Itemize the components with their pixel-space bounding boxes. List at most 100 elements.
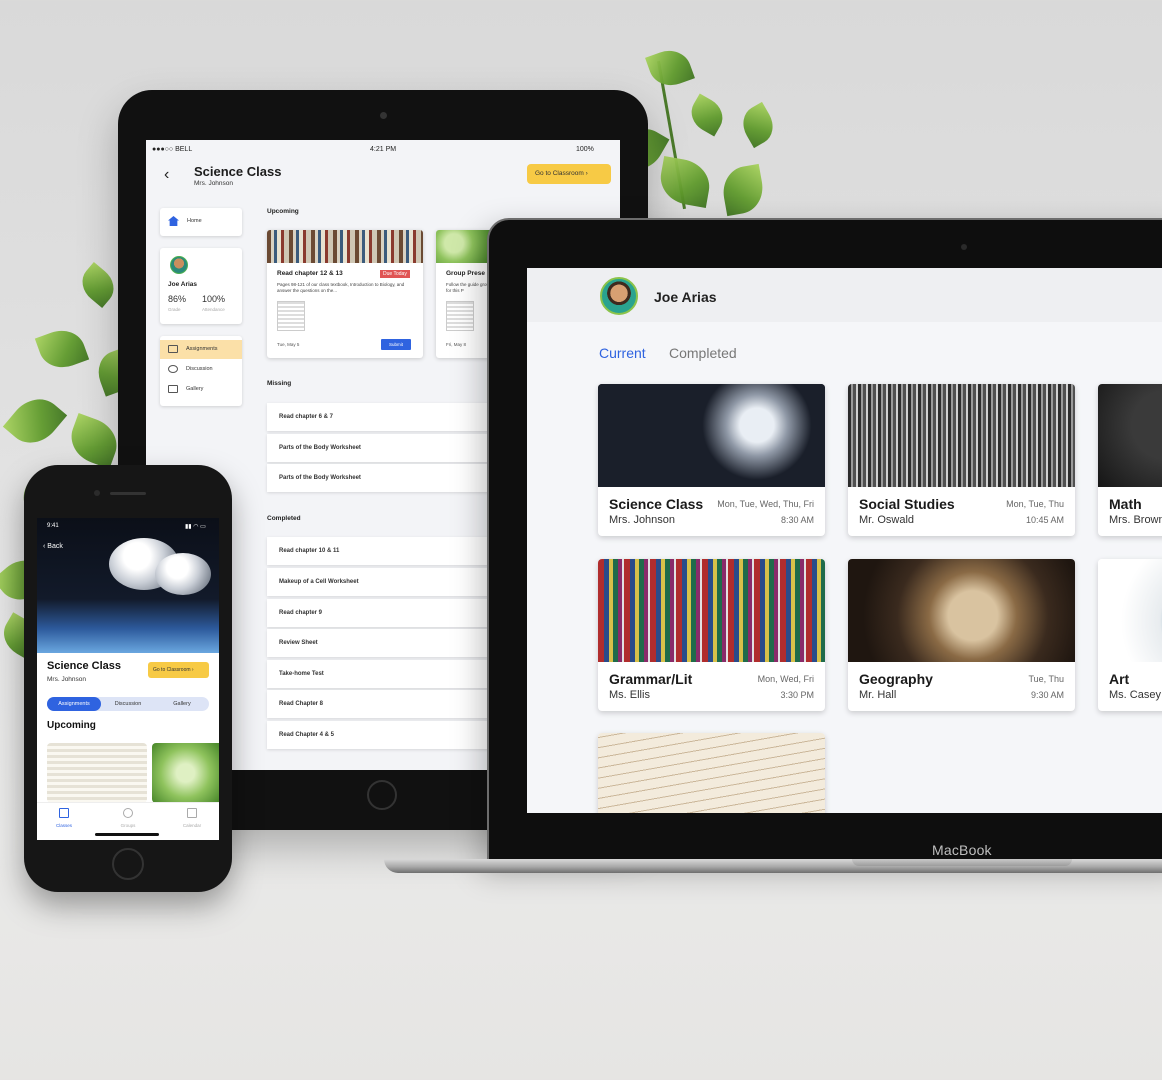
phone-camera	[94, 490, 100, 496]
teacher-name: Mrs. Johnson	[194, 180, 234, 187]
class-card[interactable]: Art Ms. Casey	[1098, 559, 1162, 711]
sidebar-item-label: Gallery	[186, 386, 204, 392]
class-teacher: Mrs. Johnson	[609, 514, 676, 526]
segment-gallery[interactable]: Gallery	[155, 697, 209, 711]
class-days: Mon, Tue, Thu	[1006, 499, 1064, 509]
chevron-right-icon: ›	[585, 170, 588, 177]
sidebar-item-discussion[interactable]: Discussion	[160, 360, 242, 379]
avatar	[170, 256, 188, 274]
class-card[interactable]: Science Class Mrs. Johnson Mon, Tue, Wed…	[598, 384, 825, 536]
go-to-classroom-label: Go to Classroom	[535, 170, 584, 177]
segment-discussion[interactable]: Discussion	[101, 697, 155, 711]
chat-bubbles-icon	[168, 365, 178, 373]
user-name: Joe Arias	[654, 289, 717, 305]
assignment-title: Group Prese	[446, 270, 486, 277]
phone-screen: 9:41 ▮▮ ◠ ▭ ‹ Back Science Class Mrs. Jo…	[37, 518, 219, 840]
submit-button[interactable]: Submit	[381, 339, 411, 350]
class-card[interactable]: Social Studies Mr. Oswald Mon, Tue, Thu …	[848, 384, 1075, 536]
class-time: 9:30 AM	[1030, 690, 1064, 700]
classes-icon	[59, 808, 69, 818]
class-days: Mon, Tue, Wed, Thu, Fri	[717, 499, 814, 509]
segment-assignments[interactable]: Assignments	[47, 697, 101, 711]
student-profile-card: Joe Arias 86% 100% Grade Attendance	[160, 248, 242, 324]
laptop-screen: Joe Arias Current Completed Science Clas…	[527, 268, 1162, 813]
groups-icon	[123, 808, 133, 818]
chevron-right-icon: ›	[191, 667, 194, 673]
segmented-control: Assignments Discussion Gallery	[47, 697, 209, 711]
worksheet-thumbnail	[277, 301, 305, 331]
sidebar-item-label: Assignments	[186, 346, 218, 352]
paint-image	[1098, 559, 1162, 662]
spacecraft-image	[598, 384, 825, 487]
assignment-date: Tue, May 5	[277, 342, 300, 347]
status-bar: ●●●○○ BELL 4:21 PM 100%	[152, 146, 614, 158]
avatar[interactable]	[600, 277, 638, 315]
grade-label: Grade	[168, 307, 181, 312]
class-card[interactable]: Grammar/Lit Ms. Ellis Mon, Wed, Fri 3:30…	[598, 559, 825, 711]
sidebar-item-assignments[interactable]: Assignments	[160, 340, 242, 359]
class-teacher: Ms. Casey	[1109, 689, 1161, 701]
grid-icon	[168, 385, 178, 393]
tab-completed[interactable]: Completed	[669, 345, 737, 361]
assignment-title: Read chapter 12 & 13	[277, 270, 343, 277]
class-name: Art	[1109, 671, 1130, 687]
go-to-classroom-button[interactable]: Go to Classroom ›	[148, 662, 209, 678]
bookshelf-image	[598, 559, 825, 662]
home-indicator	[95, 833, 159, 836]
assignment-date: Fri, May 8	[446, 342, 467, 347]
bookshelf-image	[267, 230, 423, 263]
student-name: Joe Arias	[168, 281, 198, 288]
assignment-card[interactable]	[47, 743, 147, 803]
class-days: Tue, Thu	[1028, 674, 1064, 684]
class-card[interactable]	[598, 733, 825, 813]
grade-value: 86%	[168, 294, 187, 304]
class-teacher: Mr. Hall	[859, 689, 897, 701]
tab-calendar[interactable]: Calendar	[172, 823, 212, 828]
class-name: Grammar/Lit	[609, 671, 693, 687]
due-today-badge: Due Today	[380, 270, 410, 278]
back-chevron-icon[interactable]: ‹	[164, 166, 169, 184]
back-button[interactable]: ‹ Back	[43, 543, 63, 550]
chevron-left-icon: ‹	[43, 543, 46, 550]
teacher-name: Mrs. Johnson	[47, 676, 87, 683]
calendar-icon	[187, 808, 197, 818]
assignment-card[interactable]	[152, 743, 219, 803]
home-icon	[168, 216, 179, 226]
carrier-label: ●●●○○ BELL	[152, 146, 193, 153]
phone-device: 9:41 ▮▮ ◠ ▭ ‹ Back Science Class Mrs. Jo…	[24, 465, 232, 892]
tab-classes[interactable]: Classes	[44, 823, 84, 828]
sidebar-item-home[interactable]: Home	[160, 208, 242, 236]
class-days: Mon, Wed, Fri	[757, 674, 814, 684]
class-time: 8:30 AM	[780, 515, 814, 525]
tab-bar: Classes Groups Calendar	[37, 802, 219, 840]
go-to-classroom-button[interactable]: Go to Classroom ›	[527, 164, 611, 184]
book-icon	[168, 345, 178, 353]
section-heading-upcoming: Upcoming	[267, 208, 299, 215]
assignment-description: Pages 98-121 of our class textbook, Intr…	[277, 282, 405, 293]
tablet-camera	[380, 112, 387, 119]
go-to-classroom-label: Go to Classroom	[153, 667, 191, 673]
class-card[interactable]: Math Mrs. Brown	[1098, 384, 1162, 536]
class-name: Science Class	[609, 496, 704, 512]
attendance-value: 100%	[202, 294, 226, 304]
page-title: Science Class	[194, 164, 282, 179]
phone-home-button	[112, 848, 144, 880]
page-title: Science Class	[47, 660, 121, 672]
clock-label: 4:21 PM	[370, 146, 397, 153]
sheet-music-image	[598, 733, 825, 813]
assignment-card[interactable]: Read chapter 12 & 13 Due Today Pages 98-…	[267, 230, 423, 358]
laptop-device: Joe Arias Current Completed Science Clas…	[487, 218, 1162, 863]
chalkboard-image	[1098, 384, 1162, 487]
class-teacher: Ms. Ellis	[609, 689, 650, 701]
sidebar-item-gallery[interactable]: Gallery	[160, 380, 242, 399]
laptop-camera	[961, 244, 967, 250]
tab-current[interactable]: Current	[599, 345, 646, 361]
class-card[interactable]: Geography Mr. Hall Tue, Thu 9:30 AM	[848, 559, 1075, 711]
section-heading-upcoming: Upcoming	[47, 720, 96, 731]
attendance-label: Attendance	[202, 307, 225, 312]
section-heading-completed: Completed	[267, 515, 301, 522]
tab-groups[interactable]: Groups	[108, 823, 148, 828]
signal-wifi-battery-icon: ▮▮ ◠ ▭	[185, 524, 206, 530]
back-label: Back	[47, 543, 63, 550]
class-teacher: Mrs. Brown	[1109, 514, 1162, 526]
